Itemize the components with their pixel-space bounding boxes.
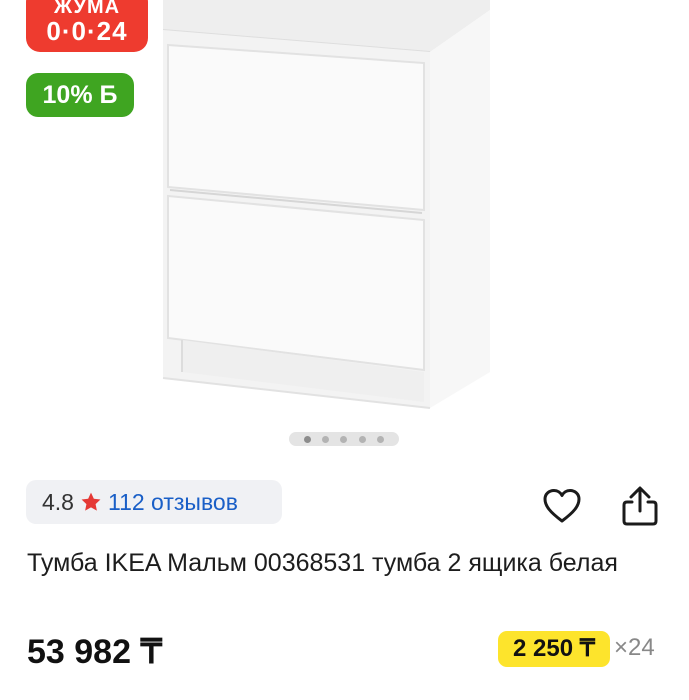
star-icon [80, 491, 102, 513]
product-price: 53 982 ₸ [27, 633, 163, 671]
heart-icon [542, 488, 582, 529]
share-icon [620, 485, 660, 532]
reviews-link[interactable]: 112 отзывов [108, 489, 238, 516]
carousel-dot[interactable] [358, 435, 366, 443]
promo-badge-line2: 0·0·24 [46, 16, 128, 46]
product-title: Тумба IKEA Мальм 00368531 тумба 2 ящика … [27, 549, 618, 577]
carousel-dot[interactable] [376, 435, 384, 443]
rating-value: 4.8 [42, 488, 74, 515]
favorite-button[interactable] [540, 486, 584, 530]
bonus-badge: 10% Б [26, 73, 134, 117]
installment-multiplier: ×24 [614, 634, 655, 661]
share-button[interactable] [616, 484, 664, 532]
product-image[interactable] [0, 0, 689, 470]
carousel-indicator[interactable] [289, 432, 399, 446]
carousel-dot[interactable] [322, 435, 330, 443]
carousel-dot[interactable] [340, 435, 348, 443]
promo-badge: ЖУМА 0·0·24 [26, 0, 148, 52]
promo-badge-line1: ЖУМА [53, 0, 121, 18]
installment-badge[interactable]: 2 250 ₸ [498, 631, 610, 667]
rating-summary[interactable]: 4.8 112 отзывов [26, 480, 282, 524]
carousel-dot[interactable] [304, 435, 312, 443]
